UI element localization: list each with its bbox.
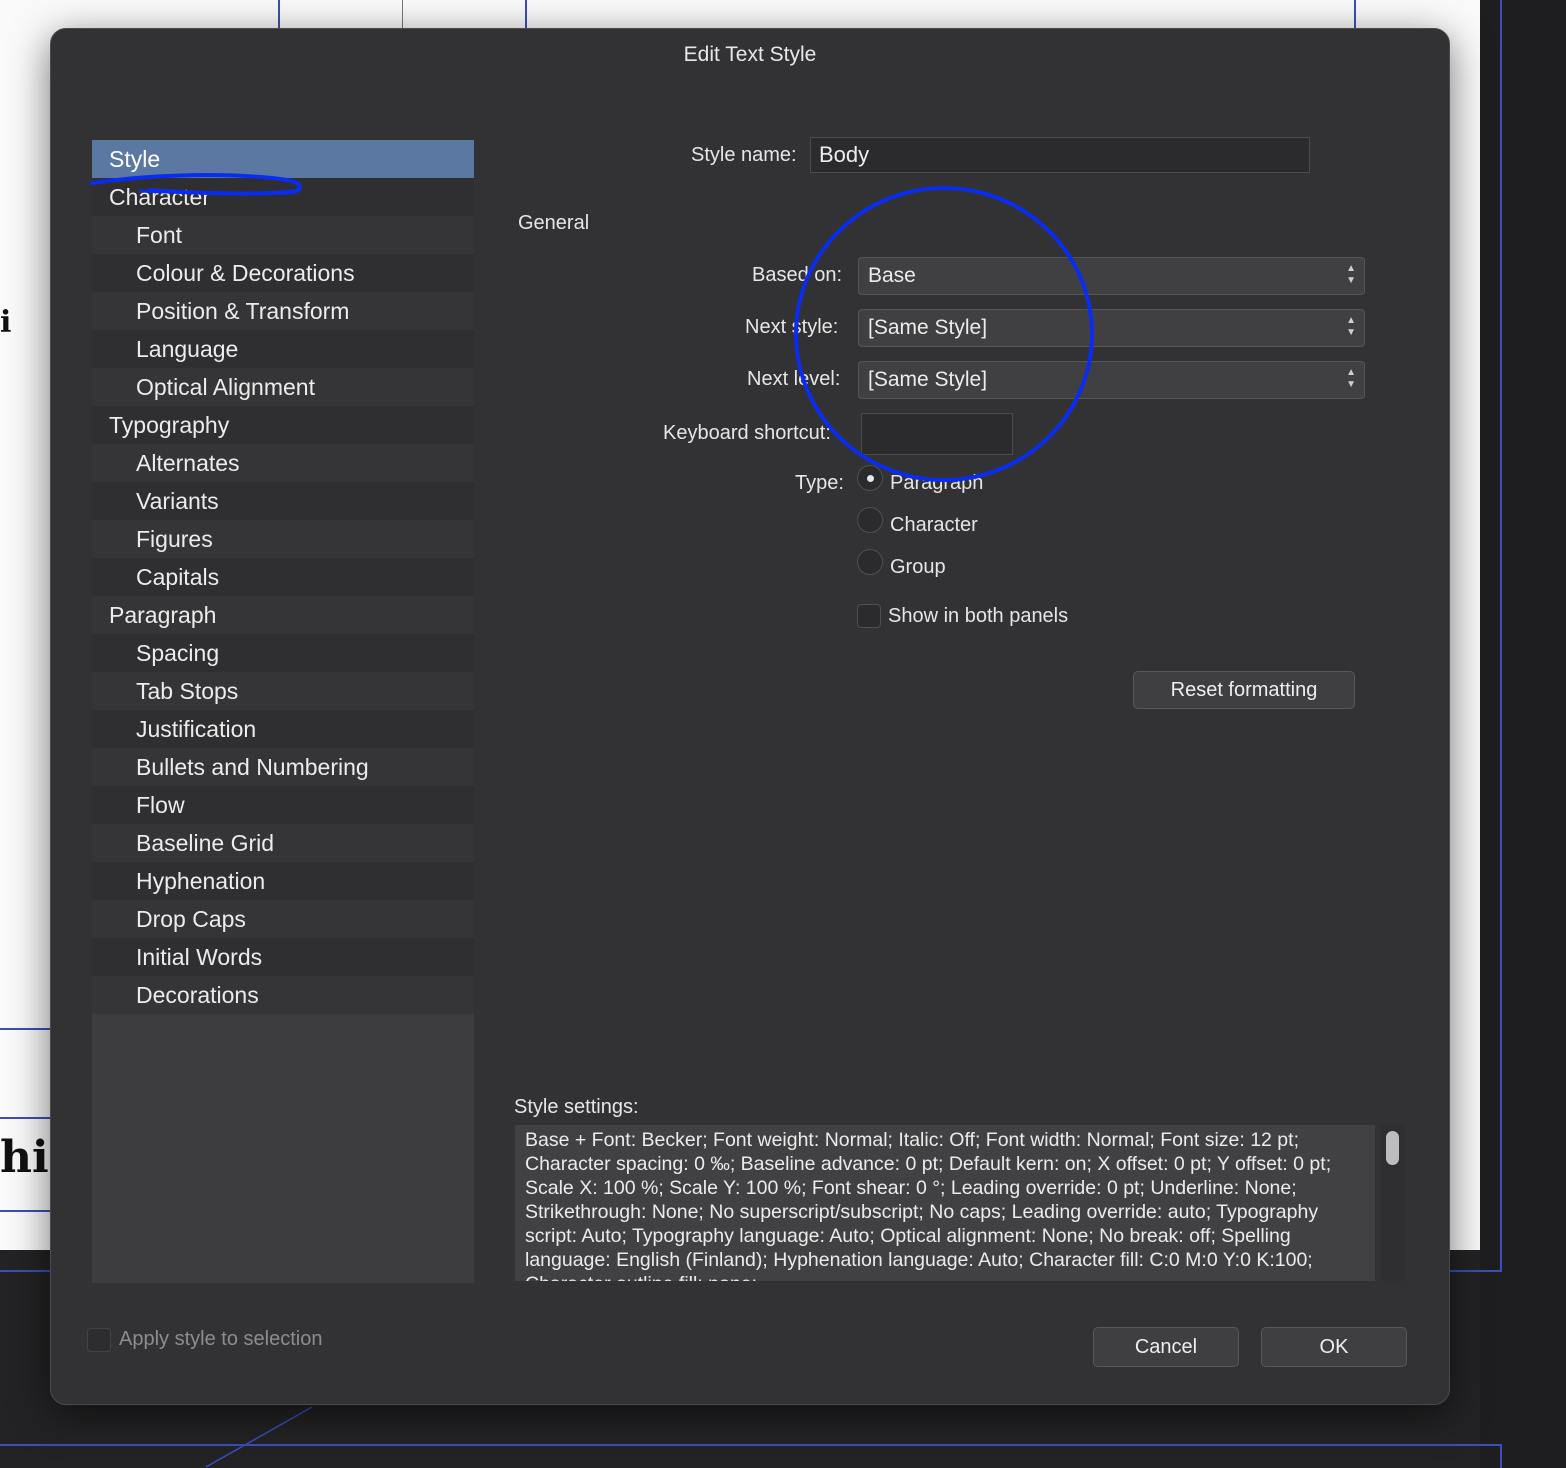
type-paragraph-radio[interactable] bbox=[857, 465, 883, 491]
background-row-guide bbox=[0, 1444, 1502, 1446]
next-level-label: Next level: bbox=[747, 368, 841, 390]
sidebar-item-style[interactable]: Style bbox=[92, 140, 474, 178]
type-group-label[interactable]: Group bbox=[890, 556, 946, 579]
sidebar-item-bullets-numbering[interactable]: Bullets and Numbering bbox=[92, 748, 474, 786]
style-settings-scrollbar[interactable] bbox=[1381, 1125, 1405, 1281]
style-name-input[interactable]: Body bbox=[810, 137, 1310, 173]
next-style-select[interactable]: [Same Style] ▲ ▼ bbox=[858, 309, 1365, 347]
apply-to-selection-checkbox[interactable] bbox=[87, 1328, 111, 1352]
type-label: Type: bbox=[795, 472, 844, 494]
background-row-guide bbox=[0, 1210, 50, 1212]
dialog-title: Edit Text Style bbox=[683, 43, 817, 66]
next-style-value: [Same Style] bbox=[868, 316, 988, 339]
based-on-value: Base bbox=[868, 264, 916, 287]
background-column-guide bbox=[1500, 1444, 1502, 1468]
next-style-label: Next style: bbox=[745, 316, 839, 338]
scrollbar-thumb[interactable] bbox=[1386, 1131, 1399, 1165]
based-on-label: Based on: bbox=[752, 264, 843, 286]
show-both-panels-label[interactable]: Show in both panels bbox=[888, 605, 1068, 628]
background-row-guide bbox=[0, 1117, 50, 1119]
background-text-fragment: i bbox=[0, 305, 12, 340]
background-column-guide bbox=[402, 0, 403, 28]
style-settings-label: Style settings: bbox=[514, 1096, 639, 1118]
sidebar-item-drop-caps[interactable]: Drop Caps bbox=[92, 900, 474, 938]
background-column-guide bbox=[278, 0, 280, 28]
style-name-label: Style name: bbox=[691, 144, 797, 166]
ok-button[interactable]: OK bbox=[1261, 1327, 1407, 1367]
type-character-radio[interactable] bbox=[857, 507, 883, 533]
sidebar-item-figures[interactable]: Figures bbox=[92, 520, 474, 558]
sidebar-item-capitals[interactable]: Capitals bbox=[92, 558, 474, 596]
style-settings-text[interactable]: Base + Font: Becker; Font weight: Normal… bbox=[515, 1125, 1375, 1281]
sidebar-item-character[interactable]: Character bbox=[92, 178, 474, 216]
type-character-label[interactable]: Character bbox=[890, 514, 978, 537]
background-column-guide bbox=[1354, 0, 1356, 28]
next-level-select[interactable]: [Same Style] ▲ ▼ bbox=[858, 361, 1365, 399]
background-dark-panel bbox=[1480, 0, 1566, 1468]
stepper-arrows-icon: ▲ ▼ bbox=[1346, 367, 1356, 390]
sidebar-item-spacing[interactable]: Spacing bbox=[92, 634, 474, 672]
edit-text-style-dialog: Edit Text Style Style Character Font Col… bbox=[50, 28, 1450, 1405]
background-row-guide bbox=[0, 1028, 50, 1030]
background-column-guide bbox=[525, 0, 527, 28]
stepper-arrows-icon: ▲ ▼ bbox=[1346, 315, 1356, 338]
reset-formatting-button[interactable]: Reset formatting bbox=[1133, 671, 1355, 709]
apply-to-selection-label: Apply style to selection bbox=[119, 1328, 323, 1350]
sidebar-item-typography[interactable]: Typography bbox=[92, 406, 474, 444]
sidebar-item-initial-words[interactable]: Initial Words bbox=[92, 938, 474, 976]
sidebar-item-paragraph[interactable]: Paragraph bbox=[92, 596, 474, 634]
sidebar-item-decorations[interactable]: Decorations bbox=[92, 976, 474, 1014]
keyboard-shortcut-input[interactable] bbox=[861, 413, 1013, 455]
sidebar-item-justification[interactable]: Justification bbox=[92, 710, 474, 748]
sidebar-item-optical-alignment[interactable]: Optical Alignment bbox=[92, 368, 474, 406]
sidebar-item-hyphenation[interactable]: Hyphenation bbox=[92, 862, 474, 900]
stepper-arrows-icon: ▲ ▼ bbox=[1346, 263, 1356, 286]
background-column-guide bbox=[1500, 0, 1502, 1272]
sidebar-item-flow[interactable]: Flow bbox=[92, 786, 474, 824]
keyboard-shortcut-label: Keyboard shortcut: bbox=[663, 422, 831, 444]
type-group-radio[interactable] bbox=[857, 549, 883, 575]
category-sidebar: Style Character Font Colour & Decoration… bbox=[92, 140, 474, 1283]
sidebar-item-position-transform[interactable]: Position & Transform bbox=[92, 292, 474, 330]
sidebar-item-variants[interactable]: Variants bbox=[92, 482, 474, 520]
based-on-select[interactable]: Base ▲ ▼ bbox=[858, 257, 1365, 295]
sidebar-item-tab-stops[interactable]: Tab Stops bbox=[92, 672, 474, 710]
sidebar-item-baseline-grid[interactable]: Baseline Grid bbox=[92, 824, 474, 862]
section-general-heading: General bbox=[518, 212, 590, 234]
sidebar-item-colour-decorations[interactable]: Colour & Decorations bbox=[92, 254, 474, 292]
cancel-button[interactable]: Cancel bbox=[1093, 1327, 1239, 1367]
sidebar-item-alternates[interactable]: Alternates bbox=[92, 444, 474, 482]
sidebar-item-language[interactable]: Language bbox=[92, 330, 474, 368]
type-paragraph-label[interactable]: Paragraph bbox=[890, 472, 983, 495]
next-level-value: [Same Style] bbox=[868, 368, 988, 391]
sidebar-item-font[interactable]: Font bbox=[92, 216, 474, 254]
show-both-panels-checkbox[interactable] bbox=[857, 604, 881, 628]
